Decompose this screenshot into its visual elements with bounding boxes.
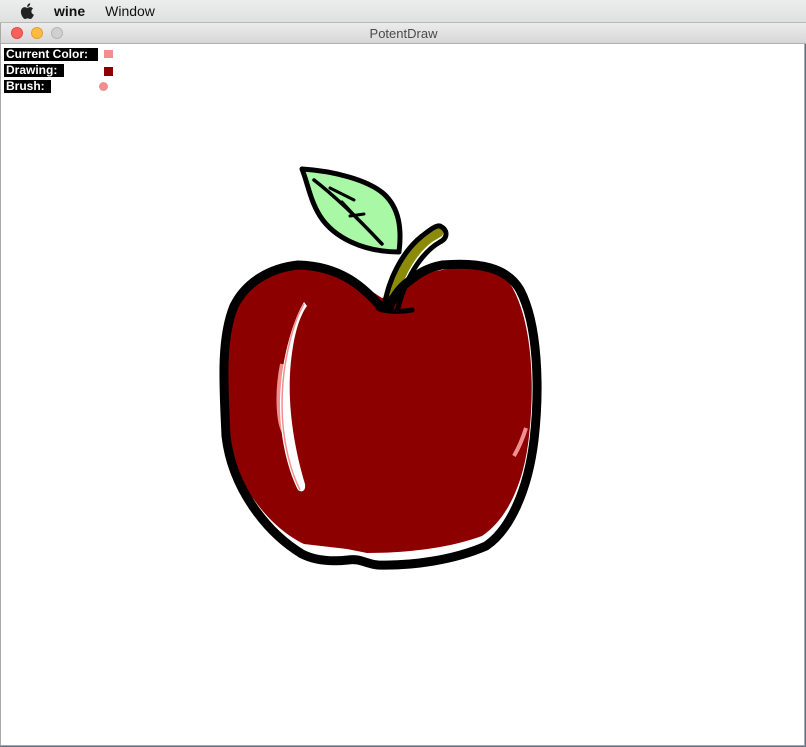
brush-label: Brush: (4, 80, 51, 93)
current-color-label: Current Color: (4, 48, 98, 61)
drawing-canvas[interactable]: Current Color: Drawing: Brush: (2, 44, 804, 744)
menu-bar: wine Window (0, 0, 806, 23)
apple-logo-icon[interactable] (20, 3, 36, 20)
apple-drawing (219, 166, 542, 570)
current-color-swatch (104, 50, 113, 58)
app-menu-wine[interactable]: wine (54, 3, 85, 19)
drawing-color-swatch (104, 67, 113, 76)
app-window: PotentDraw Current Color: Drawing: Brush… (0, 23, 806, 746)
menu-window[interactable]: Window (105, 3, 155, 19)
title-bar[interactable]: PotentDraw (1, 23, 806, 44)
brush-preview (99, 82, 108, 91)
drawing-label: Drawing: (4, 64, 64, 77)
window-title: PotentDraw (369, 26, 438, 41)
